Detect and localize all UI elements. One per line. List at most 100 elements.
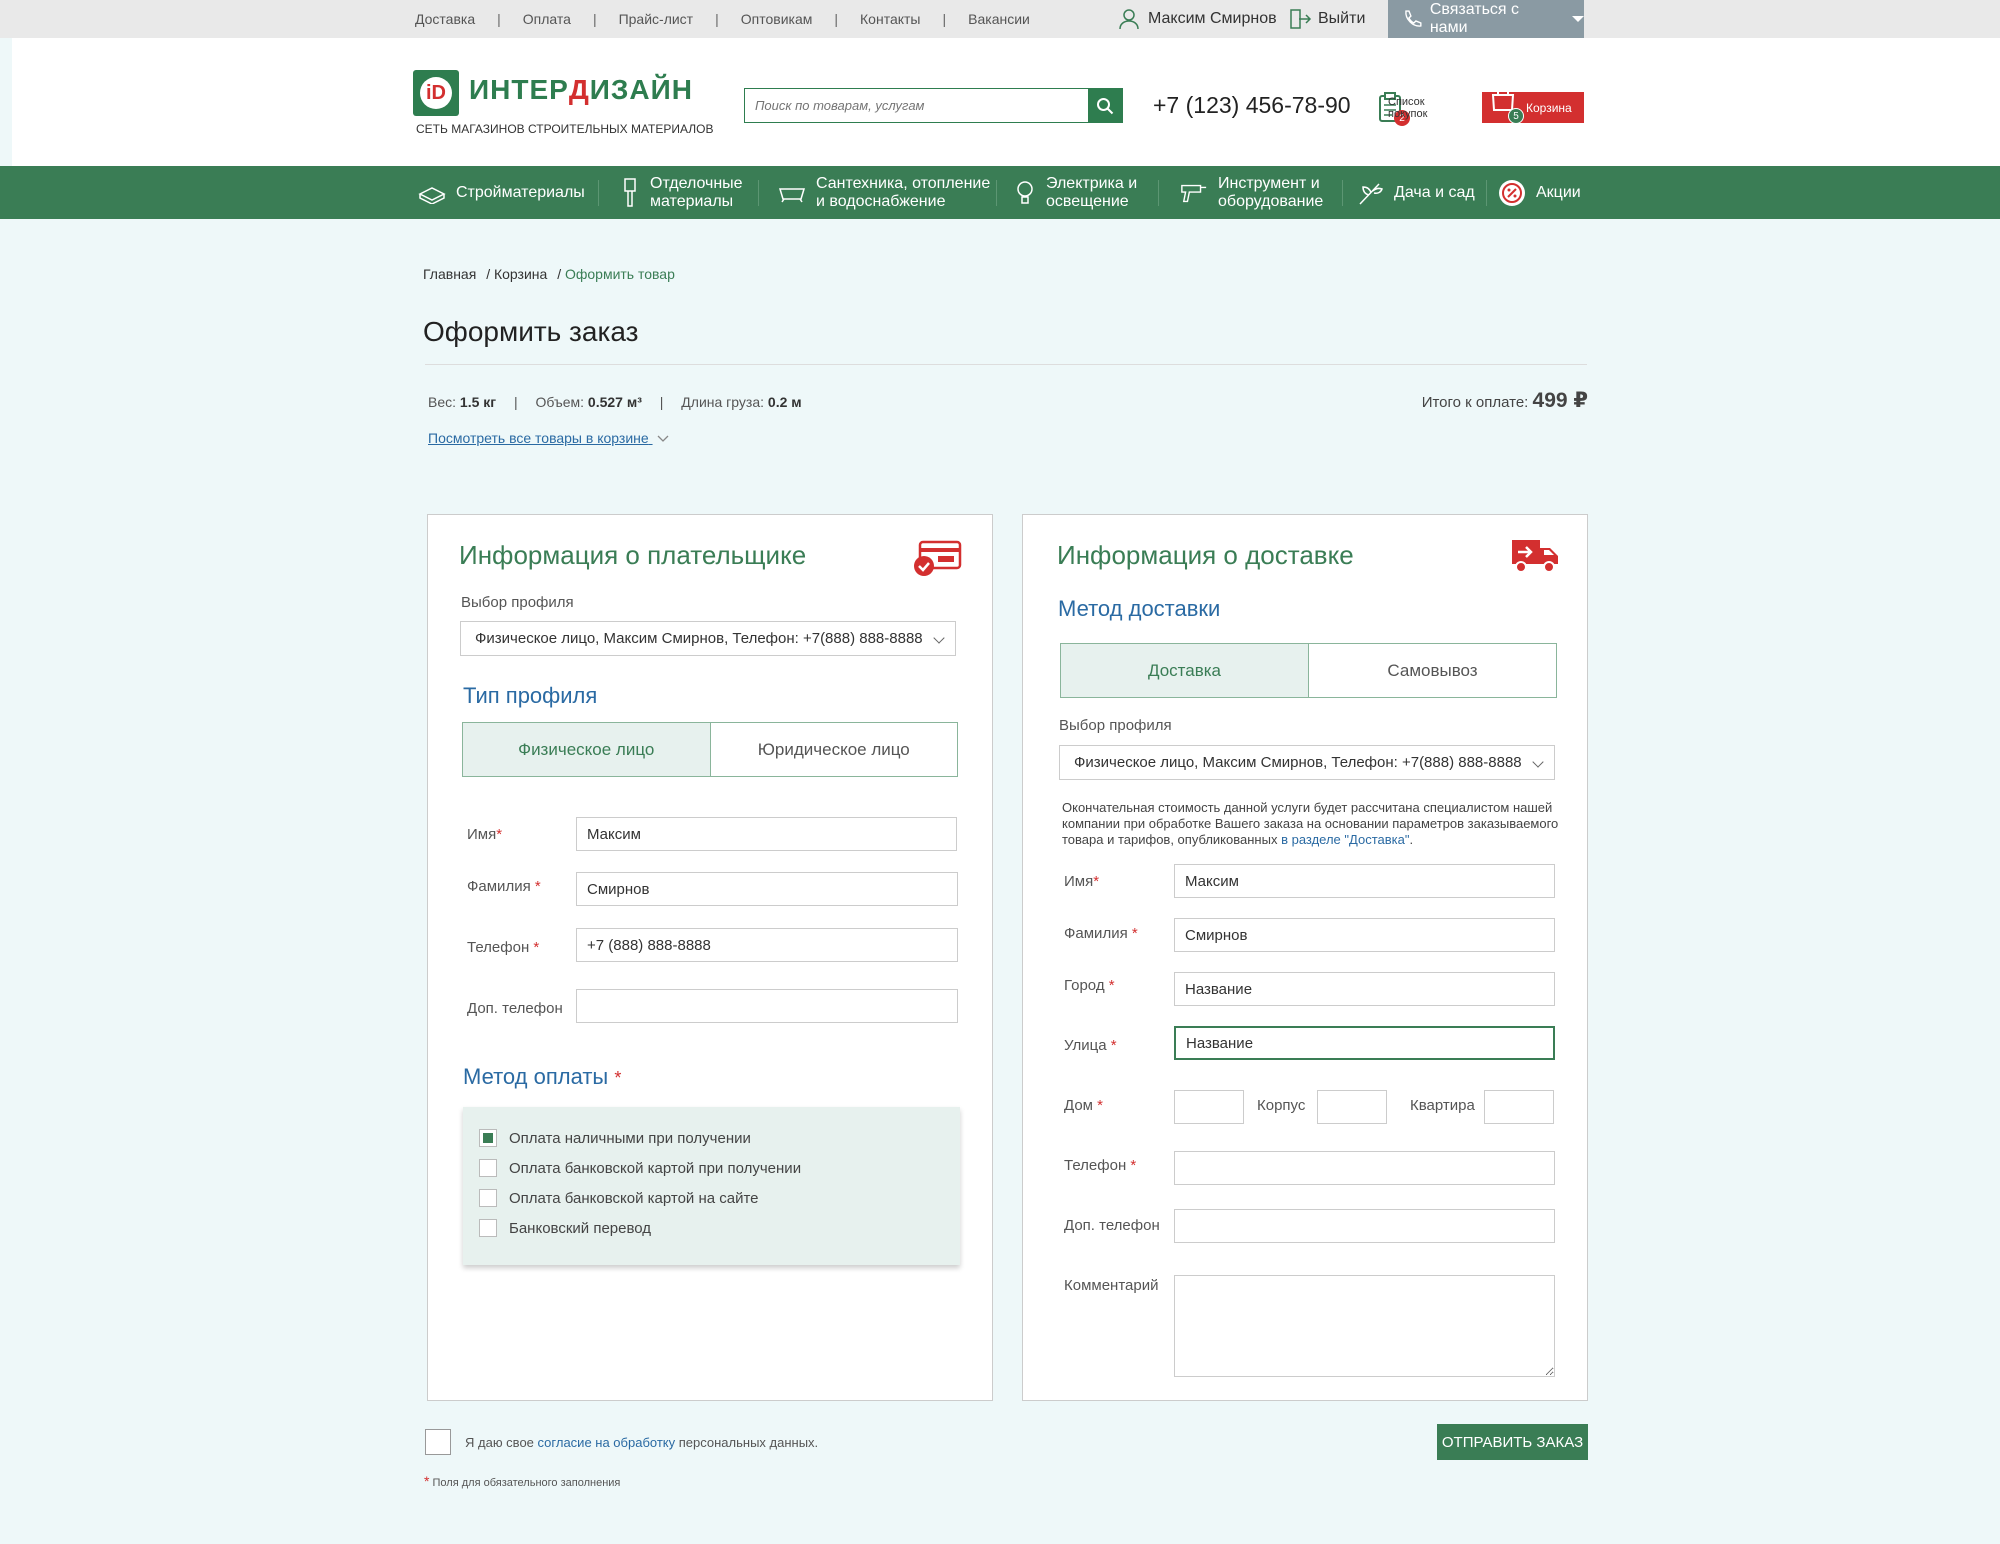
submit-order-button[interactable]: ОТПРАВИТЬ ЗАКАЗ <box>1437 1424 1588 1460</box>
nav-promotions[interactable]: Акции <box>1498 166 1581 219</box>
consent-link[interactable]: согласие на обработку <box>538 1435 676 1450</box>
payer-profile-label: Выбор профиля <box>461 594 574 611</box>
checkbox[interactable] <box>479 1159 497 1177</box>
search-bar <box>744 88 1123 123</box>
house-label: Дом * <box>1064 1097 1103 1114</box>
delivery-method-courier[interactable]: Доставка <box>1061 644 1309 697</box>
nav-electrics[interactable]: Электрика и освещение <box>1014 166 1137 219</box>
header-phone[interactable]: +7 (123) 456-78-90 <box>1153 92 1351 119</box>
consent-row: Я даю свое согласие на обработку персона… <box>425 1429 818 1455</box>
logo-wordmark: ИНТЕРДИЗАЙН <box>469 74 693 105</box>
order-parameters: Вес: 1.5 кг | Объем: 0.527 м³ | Длина гр… <box>428 394 802 410</box>
payer-name-field[interactable]: Максим <box>576 817 957 851</box>
drill-icon <box>1180 179 1208 207</box>
order-length: 0.2 м <box>767 394 802 410</box>
delivery-title: Информация о доставке <box>1057 540 1354 570</box>
payment-option-cash[interactable]: Оплата наличными при получении <box>479 1129 751 1147</box>
chevron-down-icon <box>657 435 669 442</box>
comment-label: Комментарий <box>1064 1277 1159 1294</box>
order-total-value: 499 ₽ <box>1532 389 1588 412</box>
profile-type-individual[interactable]: Физическое лицо <box>463 723 711 776</box>
delivery-cost-note: Окончательная стоимость данной услуги бу… <box>1062 800 1559 847</box>
view-cart-items-link[interactable]: Посмотреть все товары в корзине <box>428 430 669 446</box>
delivery-method-title: Метод доставки <box>1058 596 1221 621</box>
top-navigation: Доставка | Оплата | Прайс-лист | Оптовикам |… <box>415 11 1030 27</box>
cart-bag-icon: 5 <box>1488 86 1524 124</box>
order-weight: 1.5 кг <box>459 394 497 410</box>
profile-type-title: Тип профиля <box>463 683 598 708</box>
contact-label: Связаться с нами <box>1429 1 1520 36</box>
payer-phone2-field[interactable] <box>576 989 958 1023</box>
catalog-navigation <box>0 166 2000 219</box>
nav-building-materials[interactable]: Стройматериалы <box>418 166 585 219</box>
topnav-vacancies[interactable]: Вакансии <box>968 11 1030 27</box>
phone-icon <box>1405 10 1422 27</box>
delivery-phone2-label: Доп. телефон <box>1064 1217 1160 1234</box>
comment-textarea[interactable] <box>1174 1275 1555 1377</box>
nav-tools[interactable]: Инструмент и оборудование <box>1180 166 1323 219</box>
payment-method-title: Метод оплаты * <box>463 1064 622 1089</box>
city-field[interactable]: Название <box>1174 972 1555 1006</box>
payer-surname-field[interactable]: Смирнов <box>576 872 958 906</box>
breadcrumb-current: Оформить товар <box>564 266 675 282</box>
delivery-phone-field[interactable] <box>1174 1151 1555 1185</box>
delivery-phone2-field[interactable] <box>1174 1209 1555 1243</box>
profile-type-legal[interactable]: Юридическое лицо <box>711 723 958 776</box>
payer-phone-field[interactable]: +7 (888) 888-8888 <box>576 928 958 962</box>
checkbox-checked[interactable] <box>479 1129 497 1147</box>
wishlist-label: Список покупок <box>1388 96 1428 120</box>
delivery-info-link[interactable]: в разделе "Доставка" <box>1281 832 1409 847</box>
house-field[interactable] <box>1174 1090 1244 1124</box>
cart-button[interactable]: 5 Корзина <box>1482 86 1584 124</box>
block-field[interactable] <box>1317 1090 1387 1124</box>
payer-profile-select[interactable]: Физическое лицо, Максим Смирнов, Телефон… <box>460 621 956 656</box>
nav-plumbing[interactable]: Сантехника, отопление и водоснабжение <box>778 166 990 219</box>
topnav-contacts[interactable]: Контакты <box>860 11 920 27</box>
user-name: Максим Смирнов <box>1148 10 1277 27</box>
search-input[interactable] <box>745 89 1089 122</box>
shopping-list-button[interactable]: 2 Список покупок <box>1378 90 1427 126</box>
breadcrumb-cart[interactable]: Корзина <box>494 266 547 282</box>
search-icon <box>1097 97 1114 114</box>
payer-name-label: Имя* <box>467 826 503 843</box>
logout-button[interactable]: Выйти <box>1288 0 1365 38</box>
payment-option-card-online[interactable]: Оплата банковской картой на сайте <box>479 1189 759 1207</box>
site-logo[interactable]: iD ИНТЕРДИЗАЙН СЕТЬ МАГАЗИНОВ СТРОИТЕЛЬН… <box>413 70 714 142</box>
checkbox[interactable] <box>479 1189 497 1207</box>
topnav-delivery[interactable]: Доставка <box>415 11 475 27</box>
breadcrumb-home[interactable]: Главная <box>423 266 476 282</box>
user-profile-link[interactable]: Максим Смирнов <box>1118 0 1277 38</box>
street-field[interactable]: Название <box>1174 1026 1555 1060</box>
topnav-wholesale[interactable]: Оптовикам <box>741 11 813 27</box>
street-label: Улица * <box>1064 1037 1117 1054</box>
payment-option-bank-transfer[interactable]: Банковский перевод <box>479 1219 651 1237</box>
payment-method-options: Оплата наличными при получении Оплата ба… <box>463 1107 960 1265</box>
nav-finishing-materials[interactable]: Отделочные материалы <box>620 166 743 219</box>
payer-surname-label: Фамилия * <box>467 878 541 895</box>
lightbulb-icon <box>1014 179 1036 207</box>
consent-checkbox[interactable] <box>425 1429 451 1455</box>
delivery-name-field[interactable]: Максим <box>1174 864 1555 898</box>
divider <box>425 364 1587 365</box>
logo-mark: iD <box>413 70 459 116</box>
search-button[interactable] <box>1088 89 1122 122</box>
flat-label: Квартира <box>1410 1097 1475 1114</box>
delivery-profile-select[interactable]: Физическое лицо, Максим Смирнов, Телефон… <box>1059 745 1555 780</box>
nav-garden[interactable]: Дача и сад <box>1356 166 1475 219</box>
brush-icon <box>620 177 640 207</box>
topnav-payment[interactable]: Оплата <box>523 11 571 27</box>
checkbox[interactable] <box>479 1219 497 1237</box>
chevron-down-icon <box>933 632 945 644</box>
card-payment-icon <box>914 540 962 576</box>
breadcrumb: Главная / Корзина / Оформить товар <box>423 266 675 282</box>
logout-icon <box>1290 9 1312 29</box>
profile-type-toggle: Физическое лицо Юридическое лицо <box>462 722 958 777</box>
flat-field[interactable] <box>1484 1090 1554 1124</box>
topnav-pricelist[interactable]: Прайс-лист <box>619 11 694 27</box>
payment-option-card-on-delivery[interactable]: Оплата банковской картой при получении <box>479 1159 801 1177</box>
delivery-surname-field[interactable]: Смирнов <box>1174 918 1555 952</box>
city-label: Город * <box>1064 977 1115 994</box>
delivery-method-pickup[interactable]: Самовывоз <box>1309 644 1556 697</box>
contact-us-button[interactable]: Связаться с нами <box>1388 0 1584 38</box>
page-title: Оформить заказ <box>423 316 639 347</box>
